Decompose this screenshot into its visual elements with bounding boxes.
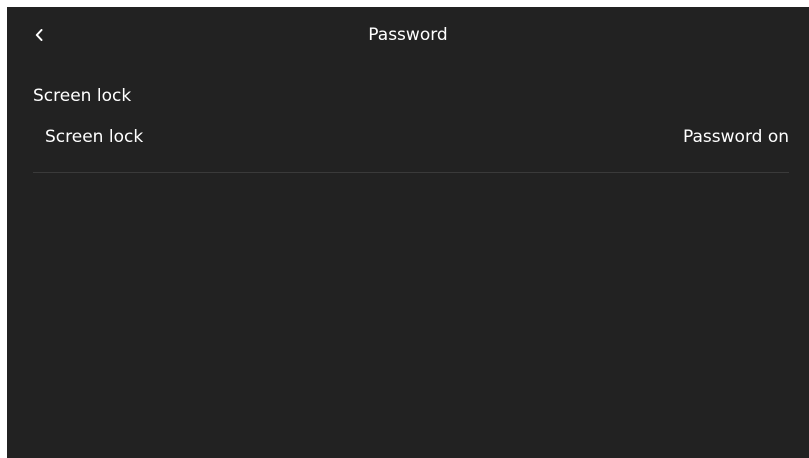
screen-lock-label: Screen lock	[45, 127, 144, 147]
screen-lock-setting-row[interactable]: Screen lock Password on	[33, 115, 789, 173]
page-title: Password	[368, 25, 448, 45]
row-divider	[33, 172, 789, 173]
top-bar: Password	[7, 7, 809, 63]
screen-lock-value: Password on	[683, 127, 789, 147]
screen-lock-section-header: Screen lock	[33, 86, 132, 106]
password-screen: Password Screen lock Screen lock Passwor…	[7, 7, 809, 458]
